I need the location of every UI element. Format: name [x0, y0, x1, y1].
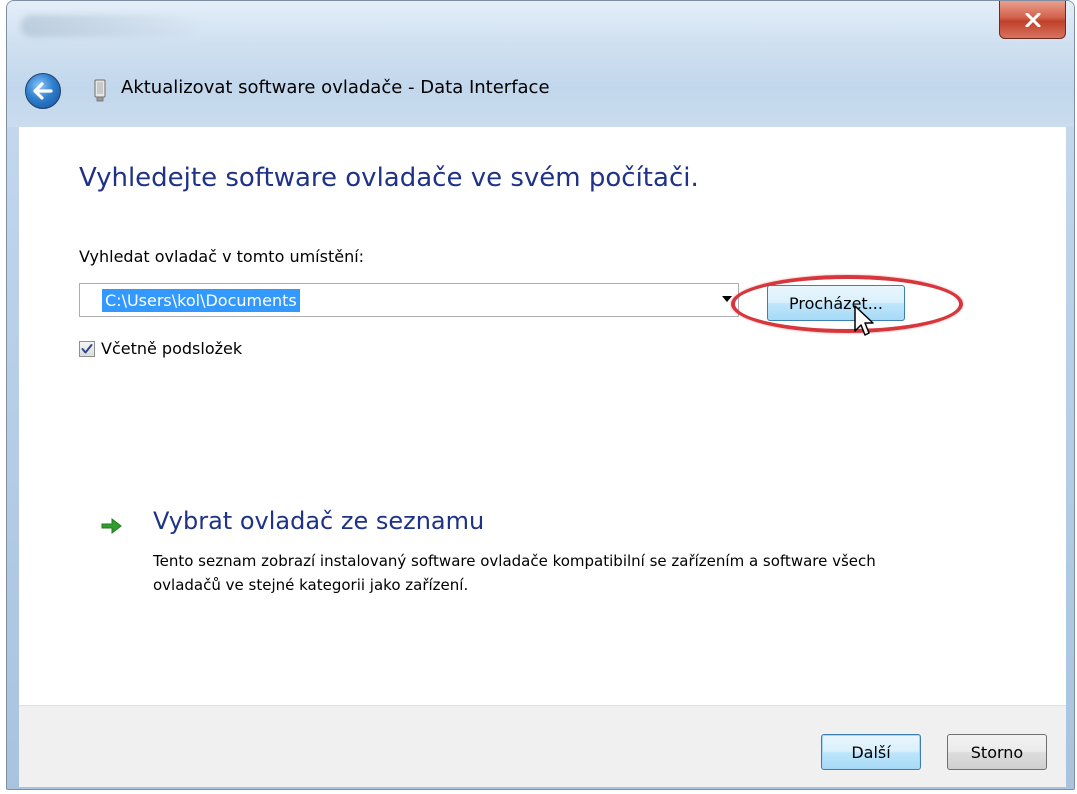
include-subfolders-label: Včetně podsložek [101, 339, 243, 358]
driver-update-dialog: Aktualizovat software ovladače - Data In… [6, 0, 1075, 790]
window-title: Aktualizovat software ovladače - Data In… [121, 77, 550, 98]
page-heading: Vyhledejte software ovladače ve svém poč… [79, 163, 699, 193]
mouse-cursor-icon [854, 305, 874, 336]
close-x-icon [1025, 12, 1040, 27]
back-arrow-icon [33, 82, 53, 100]
browse-button[interactable]: Procházet... [767, 285, 905, 321]
title-bar: Aktualizovat software ovladače - Data In… [7, 1, 1074, 127]
button-bar: Další Storno [19, 705, 1066, 787]
pick-from-list-link[interactable]: Vybrat ovladač ze seznamu [153, 507, 484, 535]
pick-from-list-description: Tento seznam zobrazí instalovaný softwar… [153, 552, 876, 594]
location-label: Vyhledat ovladač v tomto umístění: [79, 247, 365, 266]
include-subfolders-checkbox[interactable] [79, 340, 95, 357]
location-input-value[interactable]: C:\Users\kol\Documents [102, 289, 300, 312]
titlebar-caption-blur [21, 15, 201, 37]
checkmark-icon [81, 343, 93, 353]
device-icon [94, 79, 106, 102]
green-arrow-icon [101, 517, 122, 535]
back-button[interactable] [25, 73, 61, 109]
location-combobox[interactable]: C:\Users\kol\Documents [79, 283, 739, 317]
cancel-button[interactable]: Storno [947, 734, 1047, 770]
include-subfolders-option[interactable]: Včetně podsložek [79, 339, 242, 358]
next-button[interactable]: Další [821, 734, 921, 770]
content-area: Vyhledejte software ovladače ve svém poč… [19, 127, 1066, 705]
close-button[interactable] [999, 1, 1066, 39]
dropdown-arrow-icon[interactable] [722, 296, 732, 302]
